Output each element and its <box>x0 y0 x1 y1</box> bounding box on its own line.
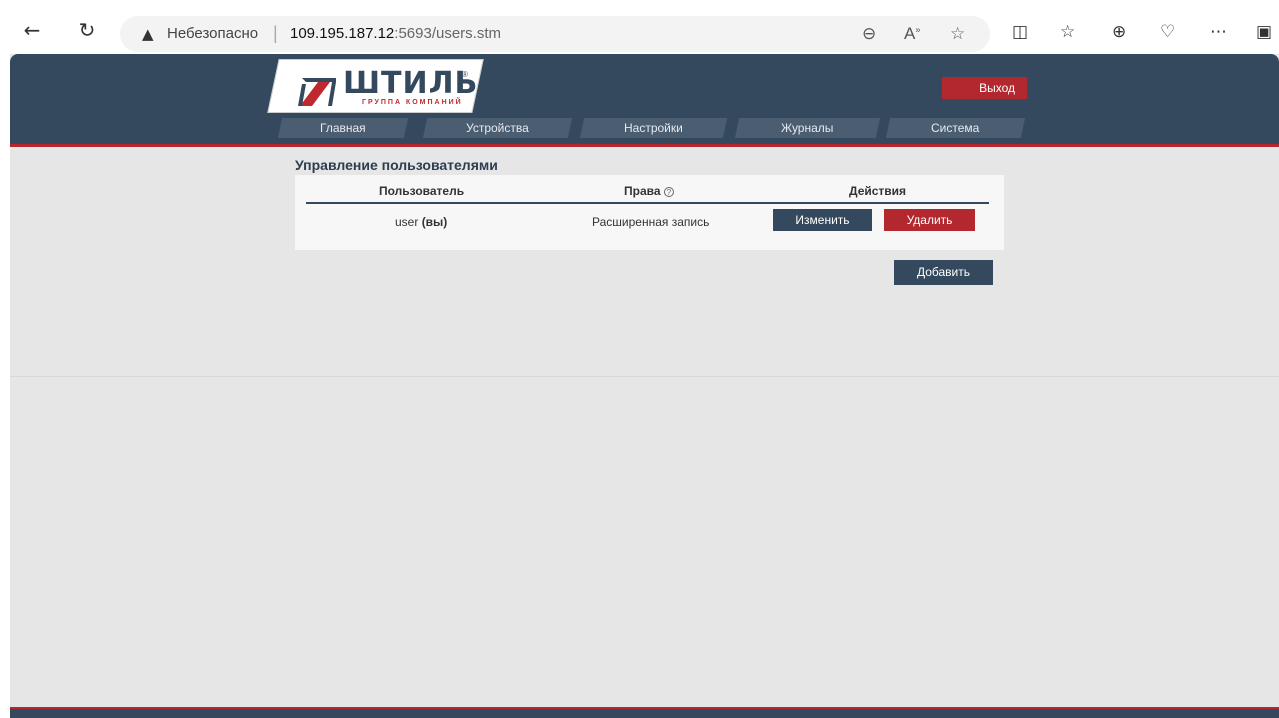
url-text[interactable]: 109.195.187.12:5693/users.stm <box>290 25 501 42</box>
sidebar-icon[interactable]: ▣ <box>1256 22 1272 42</box>
read-aloud-icon[interactable]: A» <box>904 24 920 44</box>
column-header-rights: Права ? <box>624 184 674 198</box>
users-table: Пользователь Права ? Действия user (вы) … <box>295 175 1004 250</box>
url-path: :5693/users.stm <box>394 25 501 42</box>
tab-main-label: Главная <box>320 121 366 135</box>
table-header-divider <box>306 202 989 204</box>
help-icon[interactable]: ? <box>663 186 674 197</box>
collections-icon[interactable]: ⊕ <box>1112 22 1126 42</box>
back-icon[interactable]: ← <box>20 18 44 42</box>
tab-devices[interactable]: Устройства <box>422 118 573 138</box>
more-icon[interactable]: ⋯ <box>1210 22 1227 42</box>
insecure-label[interactable]: Небезопасно <box>167 25 258 42</box>
tab-main[interactable]: Главная <box>277 118 409 138</box>
url-host: 109.195.187.12 <box>290 25 395 42</box>
favorites-list-icon[interactable]: ☆ <box>1060 22 1075 42</box>
rights-cell: Расширенная запись <box>592 215 710 229</box>
logo-subtitle: ГРУППА КОМПАНИЙ <box>362 99 463 106</box>
logo-text: ШТИЛЬ <box>343 66 479 101</box>
logo-registered: ® <box>462 70 468 79</box>
logo[interactable]: ШТИЛЬ ® ГРУППА КОМПАНИЙ <box>285 62 479 110</box>
reload-icon[interactable]: ↻ <box>75 18 99 42</box>
logout-button[interactable]: Выход <box>942 77 1027 99</box>
column-header-actions: Действия <box>849 184 907 198</box>
page-title: Управление пользователями <box>295 157 498 173</box>
zoom-out-icon[interactable]: ⊖ <box>862 24 876 44</box>
user-cell: user (вы) <box>395 215 447 229</box>
split-screen-icon[interactable]: ◫ <box>1012 22 1028 42</box>
header-accent-line <box>10 144 1279 147</box>
site-footer <box>10 707 1279 718</box>
delete-button[interactable]: Удалить <box>884 209 975 231</box>
tab-system-label: Система <box>931 121 980 135</box>
tab-logs[interactable]: Журналы <box>734 118 881 138</box>
user-name: user <box>395 215 419 229</box>
tab-system[interactable]: Система <box>885 118 1026 138</box>
you-marker: (вы) <box>421 215 448 229</box>
favorite-icon[interactable]: ☆ <box>950 24 965 44</box>
tab-devices-label: Устройства <box>466 121 529 135</box>
logo-mark-icon <box>298 78 336 106</box>
address-separator: | <box>273 23 278 43</box>
address-bar[interactable]: ▲ Небезопасно | 109.195.187.12:5693/user… <box>120 16 990 52</box>
browser-toolbar: ← ↻ ▲ Небезопасно | 109.195.187.12:5693/… <box>0 0 1279 52</box>
add-user-button[interactable]: Добавить <box>894 260 993 285</box>
tab-logs-label: Журналы <box>781 121 834 135</box>
web-page: ШТИЛЬ ® ГРУППА КОМПАНИЙ Выход Главная Ус… <box>10 54 1279 718</box>
edit-button[interactable]: Изменить <box>773 209 872 231</box>
warning-icon: ▲ <box>142 25 154 43</box>
tab-settings-label: Настройки <box>624 121 683 135</box>
column-header-user: Пользователь <box>379 184 465 198</box>
tab-settings[interactable]: Настройки <box>579 118 728 138</box>
site-header: ШТИЛЬ ® ГРУППА КОМПАНИЙ Выход Главная Ус… <box>10 54 1279 146</box>
health-icon[interactable]: ♡ <box>1160 22 1175 42</box>
column-header-rights-label: Права <box>624 184 661 198</box>
frame-divider <box>10 376 1279 377</box>
